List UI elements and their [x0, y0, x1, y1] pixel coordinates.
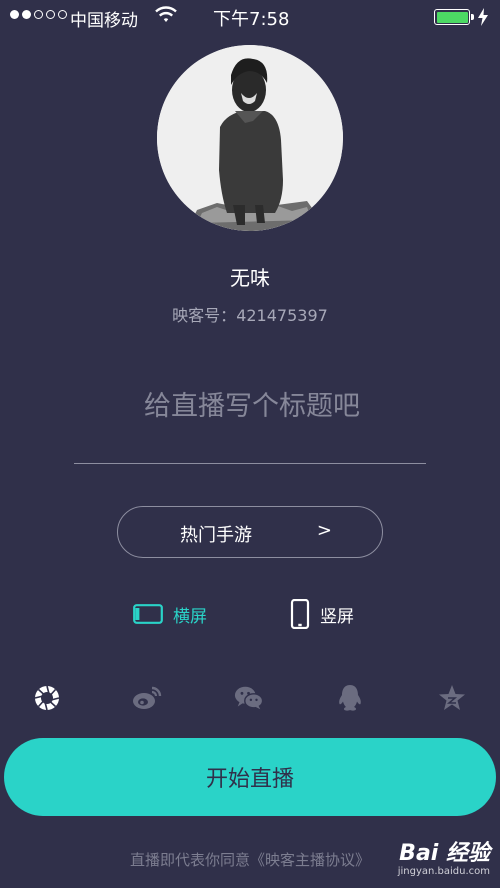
portrait-phone-icon	[290, 599, 310, 629]
qzone-icon[interactable]	[437, 683, 467, 713]
watermark-main: Bai 经验	[399, 841, 490, 866]
wifi-icon	[155, 6, 177, 28]
wechat-icon[interactable]	[234, 683, 264, 713]
avatar-illustration	[157, 45, 343, 231]
live-title-input[interactable]	[74, 375, 430, 437]
carrier-name: 中国移动	[70, 11, 138, 31]
username: 无味	[230, 266, 270, 290]
avatar[interactable]	[157, 45, 343, 231]
landscape-label: 横屏	[173, 606, 207, 627]
user-id-value: 421475397	[236, 306, 328, 325]
camera-aperture-icon[interactable]	[32, 683, 62, 713]
category-label: 热门手游	[180, 525, 252, 546]
agreement-prefix: 直播即代表你同意	[129, 851, 250, 869]
status-bar: 中国移动 下午7:58	[0, 0, 500, 34]
portrait-label: 竖屏	[320, 606, 354, 627]
title-divider	[74, 463, 426, 464]
qq-icon[interactable]	[335, 683, 365, 713]
weibo-icon[interactable]	[132, 683, 162, 713]
user-id-label: 映客号：	[172, 306, 237, 325]
status-time: 下午7:58	[213, 9, 290, 30]
baidu-jingyan-watermark: Bai 经验 jingyan.baidu.com	[398, 842, 490, 878]
orientation-landscape-option[interactable]: 横屏	[133, 598, 207, 630]
orientation-portrait-option[interactable]: 竖屏	[290, 598, 354, 630]
start-live-button[interactable]: 开始直播	[4, 738, 496, 816]
share-options	[0, 683, 500, 715]
landscape-phone-icon	[133, 604, 163, 624]
watermark-url: jingyan.baidu.com	[397, 866, 490, 877]
chevron-right-icon: >	[316, 520, 332, 541]
category-button[interactable]: 热门手游 >	[117, 506, 383, 558]
agreement-link[interactable]: 《映客主播协议》	[250, 851, 370, 869]
user-id: 映客号：421475397	[0, 302, 500, 326]
signal-strength-icon	[10, 10, 67, 19]
battery-icon	[434, 9, 474, 25]
charging-bolt-icon	[478, 8, 488, 30]
